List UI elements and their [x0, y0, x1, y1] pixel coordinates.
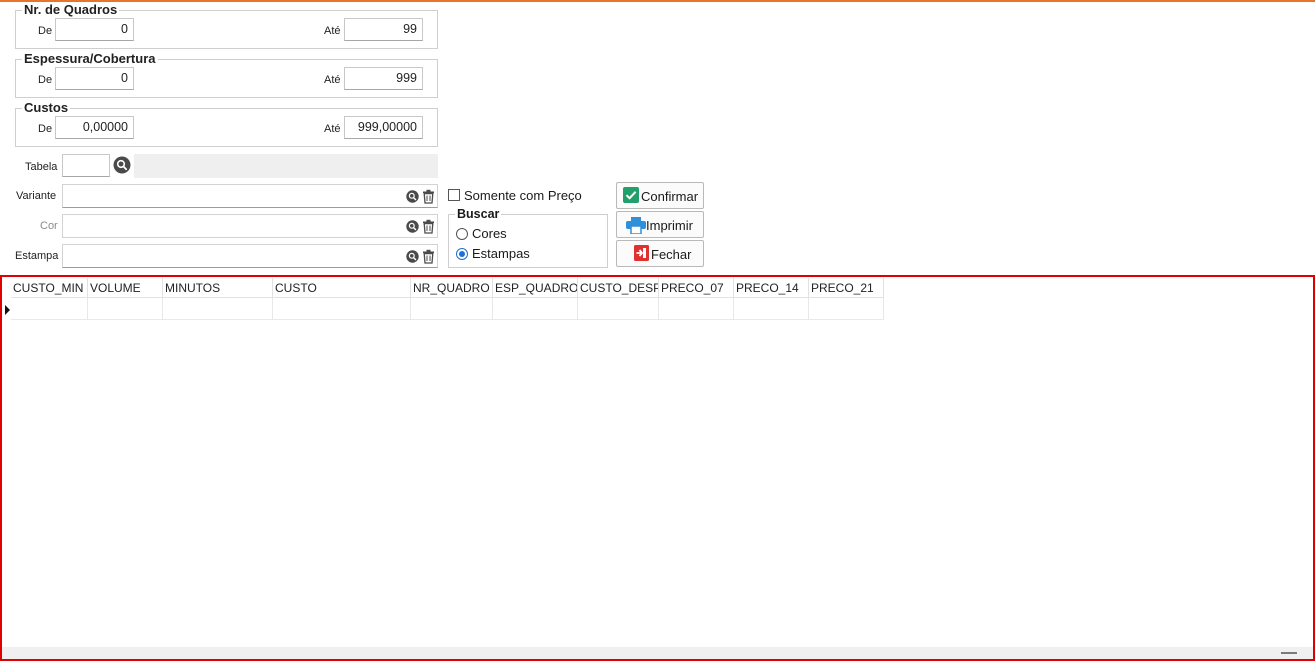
- top-accent-line: [0, 0, 1315, 2]
- custos-de-label: De: [38, 123, 53, 135]
- grid-cell[interactable]: [659, 298, 734, 320]
- tabela-description: [134, 154, 438, 178]
- search-icon[interactable]: [406, 190, 419, 203]
- estampa-input[interactable]: [62, 244, 438, 268]
- cor-label: Cor: [40, 220, 58, 232]
- buscar-group: Buscar Cores Estampas: [448, 207, 608, 268]
- grid-header-preco-21[interactable]: PRECO_21: [809, 278, 884, 298]
- cor-input[interactable]: [62, 214, 438, 238]
- grid-cell[interactable]: [11, 298, 88, 320]
- nr-quadros-ate-label: Até: [324, 25, 341, 37]
- grid-cell[interactable]: [163, 298, 273, 320]
- espessura-de-label: De: [38, 74, 53, 86]
- grid-cell[interactable]: [273, 298, 411, 320]
- radio-estampas[interactable]: [456, 248, 468, 260]
- radio-cores[interactable]: [456, 228, 468, 240]
- grid-header-volume[interactable]: VOLUME: [88, 278, 163, 298]
- fechar-button[interactable]: Fechar: [616, 240, 704, 267]
- somente-preco-label[interactable]: Somente com Preço: [464, 188, 582, 204]
- grid-header-custo-desp[interactable]: CUSTO_DESP: [578, 278, 659, 298]
- trash-icon[interactable]: [422, 189, 435, 204]
- exit-icon: [634, 245, 649, 261]
- search-icon[interactable]: [113, 156, 131, 174]
- check-icon: [623, 187, 639, 203]
- grid-header-custo[interactable]: CUSTO: [273, 278, 411, 298]
- grid-header-preco-07[interactable]: PRECO_07: [659, 278, 734, 298]
- grid-cell[interactable]: [411, 298, 493, 320]
- custos-de-input[interactable]: 0,00000: [55, 116, 134, 139]
- fechar-label: Fechar: [651, 247, 692, 262]
- grid-header-custo-min[interactable]: CUSTO_MIN: [11, 278, 88, 298]
- scrollbar-thumb[interactable]: [1281, 652, 1297, 654]
- espessura-ate-input[interactable]: 999: [344, 67, 423, 90]
- custos-ate-label: Até: [324, 123, 341, 135]
- group-title: Nr. de Quadros: [22, 2, 120, 18]
- group-title: Custos: [22, 100, 71, 116]
- espessura-ate-label: Até: [324, 74, 341, 86]
- grid-header-nr-quadro[interactable]: NR_QUADRO: [411, 278, 493, 298]
- tabela-code-input[interactable]: [62, 154, 110, 177]
- grid-cell[interactable]: [578, 298, 659, 320]
- tabela-label: Tabela: [25, 161, 58, 173]
- printer-icon: [626, 217, 646, 234]
- trash-icon[interactable]: [422, 219, 435, 234]
- grid-cell[interactable]: [734, 298, 809, 320]
- trash-icon[interactable]: [422, 249, 435, 264]
- nr-quadros-de-input[interactable]: 0: [55, 18, 134, 41]
- radio-estampas-label[interactable]: Estampas: [472, 246, 530, 262]
- search-icon[interactable]: [406, 250, 419, 263]
- nr-quadros-ate-input[interactable]: 99: [344, 18, 423, 41]
- somente-preco-checkbox[interactable]: [448, 189, 460, 201]
- estampa-label: Estampa: [15, 250, 59, 262]
- horizontal-scrollbar[interactable]: [2, 647, 1313, 659]
- current-row-indicator: [5, 305, 10, 315]
- espessura-de-input[interactable]: 0: [55, 67, 134, 90]
- variante-input[interactable]: [62, 184, 438, 208]
- grid-cell[interactable]: [809, 298, 884, 320]
- confirmar-button[interactable]: Confirmar: [616, 182, 704, 209]
- nr-quadros-de-label: De: [38, 25, 53, 37]
- variante-label: Variante: [16, 190, 57, 202]
- grid-cell[interactable]: [493, 298, 578, 320]
- imprimir-label: Imprimir: [646, 218, 693, 233]
- radio-cores-label[interactable]: Cores: [472, 226, 507, 242]
- group-title: Espessura/Cobertura: [22, 51, 158, 67]
- confirmar-label: Confirmar: [641, 189, 699, 204]
- grid-header-preco-14[interactable]: PRECO_14: [734, 278, 809, 298]
- custos-ate-input[interactable]: 999,00000: [344, 116, 423, 139]
- search-icon[interactable]: [406, 220, 419, 233]
- grid-header-esp-quadro[interactable]: ESP_QUADRO: [493, 278, 578, 298]
- results-grid[interactable]: CUSTO_MIN VOLUME MINUTOS CUSTO NR_QUADRO…: [0, 275, 1315, 661]
- imprimir-button[interactable]: Imprimir: [616, 211, 704, 238]
- buscar-title: Buscar: [455, 207, 502, 221]
- grid-cell[interactable]: [88, 298, 163, 320]
- grid-header-minutos[interactable]: MINUTOS: [163, 278, 273, 298]
